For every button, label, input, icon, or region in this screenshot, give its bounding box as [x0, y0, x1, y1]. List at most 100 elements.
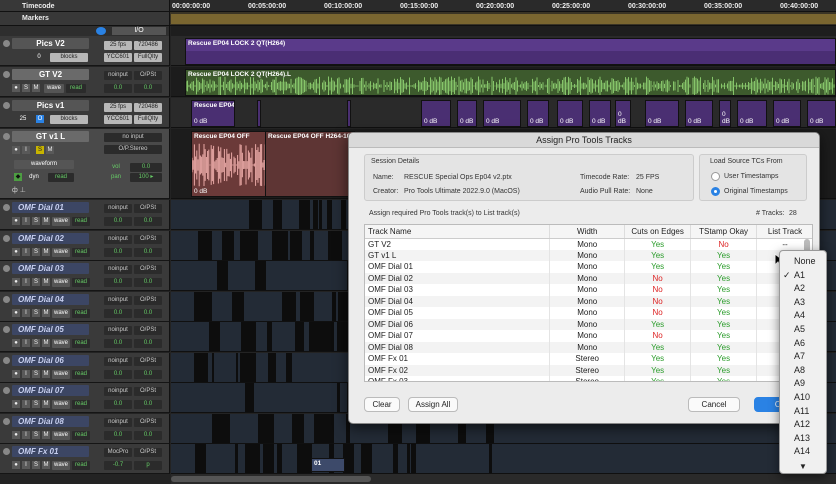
output-selector[interactable]: O/PSt	[134, 357, 162, 366]
video-clip[interactable]: 0 dB	[557, 100, 583, 127]
volume-value[interactable]: 0.0	[130, 163, 162, 172]
volume-value[interactable]: 0.0	[104, 400, 132, 409]
volume-value[interactable]: 0.0	[104, 248, 132, 257]
audio-region[interactable]	[337, 383, 340, 412]
track-omf-8[interactable]: OMF Dial 08 noinput O/PSt ● I S M wave r…	[0, 414, 170, 444]
video-clip[interactable]: 0 dB	[483, 100, 521, 127]
view-selector[interactable]: waveform	[14, 160, 74, 169]
mute-button[interactable]: M	[42, 278, 50, 286]
audio-region[interactable]	[282, 292, 296, 321]
audio-region[interactable]	[310, 231, 314, 260]
audio-region[interactable]	[194, 292, 204, 321]
track-gt-v2[interactable]: GT V2 noinput O/PSt ● S M wave read 0.0 …	[0, 67, 170, 97]
track-list-icon[interactable]	[96, 27, 106, 35]
audio-region[interactable]	[393, 444, 398, 473]
table-row[interactable]: OMF Fx 01 Stereo Yes Yes --	[365, 353, 812, 365]
video-clip[interactable]: 0 dB	[685, 100, 713, 127]
audio-region[interactable]	[235, 444, 238, 473]
volume-value[interactable]: -0.7	[104, 461, 132, 470]
record-button[interactable]: ●	[12, 84, 20, 92]
record-button[interactable]: ●	[12, 400, 20, 408]
menu-item[interactable]: A11	[780, 405, 826, 419]
automation-mode[interactable]: read	[72, 431, 90, 440]
input-monitor-button[interactable]: I	[22, 461, 30, 469]
audio-region[interactable]	[297, 444, 312, 473]
output-selector[interactable]: O/PSt	[134, 204, 162, 213]
video-clip[interactable]: Rescue EP04 OFF H264-109 0 dB	[191, 100, 235, 127]
view-selector[interactable]: wave	[52, 339, 70, 348]
track-name[interactable]: OMF Dial 02	[12, 233, 89, 244]
column-header[interactable]: Cuts on Edges	[624, 225, 692, 239]
solo-button[interactable]: S	[36, 146, 44, 154]
track-options-icon[interactable]	[3, 265, 10, 272]
menu-item[interactable]: ✓ A1	[780, 269, 826, 283]
audio-region[interactable]	[277, 444, 282, 473]
audio-region[interactable]	[489, 444, 492, 473]
menu-item[interactable]: A6	[780, 337, 826, 351]
timecode-ruler[interactable]: Timecode 00:00:00:00 00:05:00:00 00:10:00:…	[0, 0, 836, 12]
audio-region[interactable]	[328, 231, 342, 260]
track-omf-7[interactable]: OMF Dial 07 noinput O/PSt ● I S M wave r…	[0, 383, 170, 413]
video-clip[interactable]: 0 dB	[589, 100, 611, 127]
record-button[interactable]: ●	[12, 146, 20, 154]
table-row[interactable]: OMF Dial 05 Mono No Yes --	[365, 307, 812, 319]
volume-value[interactable]: 0.0	[104, 84, 132, 93]
column-header[interactable]: TStamp Okay	[690, 225, 758, 239]
output-selector[interactable]: O/PSt	[134, 71, 162, 80]
solo-button[interactable]: S	[32, 248, 40, 256]
assign-all-button[interactable]: Assign All	[408, 397, 458, 412]
record-button[interactable]: ●	[12, 309, 20, 317]
input-selector[interactable]: noinput	[104, 357, 132, 366]
mute-button[interactable]: M	[42, 309, 50, 317]
track-name[interactable]: OMF Dial 07	[12, 385, 89, 396]
track-options-icon[interactable]	[3, 133, 10, 140]
record-button[interactable]: ●	[12, 248, 20, 256]
track-options-icon[interactable]	[3, 71, 10, 78]
video-clip[interactable]: R 0 dB	[257, 100, 261, 127]
volume-value[interactable]: 0.0	[104, 309, 132, 318]
horizontal-scrollbar[interactable]	[171, 474, 836, 484]
audio-clip[interactable]: Rescue EP04 LOCK 2 QT(H264).L	[185, 69, 836, 96]
audio-region[interactable]	[319, 322, 334, 351]
pan-value[interactable]: 0.0	[134, 309, 162, 318]
automation-mode[interactable]: read	[72, 278, 90, 287]
track-omf-2[interactable]: OMF Dial 02 noinput O/PSt ● I S M wave r…	[0, 231, 170, 261]
video-clip[interactable]: 0 dB	[773, 100, 801, 127]
table-row[interactable]: OMF Dial 08 Mono Yes Yes --	[365, 341, 812, 353]
audio-region[interactable]	[240, 231, 252, 260]
input-selector[interactable]: noinput	[104, 235, 132, 244]
record-button[interactable]: ●	[12, 278, 20, 286]
input-monitor-button[interactable]: I	[22, 339, 30, 347]
track-options-icon[interactable]	[3, 418, 10, 425]
lane-pics-v1[interactable]: Rescue EP04 OFF H264-1090 dBR0 dBRescue …	[171, 98, 836, 128]
track-options-icon[interactable]	[3, 235, 10, 242]
audio-region[interactable]	[320, 414, 334, 443]
track-omf-5[interactable]: OMF Dial 05 noinput O/PSt ● I S M wave r…	[0, 322, 170, 352]
volume-value[interactable]: 0.0	[104, 217, 132, 226]
cancel-button[interactable]: Cancel	[688, 397, 740, 412]
input-selector[interactable]: noinput	[104, 387, 132, 396]
solo-button[interactable]: S	[32, 278, 40, 286]
audio-region[interactable]	[319, 200, 322, 229]
view-selector[interactable]: wave	[52, 248, 70, 257]
automation-mode[interactable]: read	[48, 173, 74, 182]
audio-region[interactable]	[232, 292, 244, 321]
audio-region[interactable]	[204, 292, 210, 321]
column-header[interactable]: Width	[549, 225, 626, 239]
menu-item[interactable]: A12	[780, 418, 826, 432]
track-options-icon[interactable]	[3, 296, 10, 303]
view-selector[interactable]: wave	[52, 431, 70, 440]
audio-region[interactable]	[222, 414, 230, 443]
blocks-selector[interactable]: blocks	[50, 115, 88, 124]
audio-region[interactable]	[295, 322, 304, 351]
input-monitor-button[interactable]: I	[22, 278, 30, 286]
audio-region[interactable]	[263, 444, 274, 473]
audio-region[interactable]	[278, 231, 288, 260]
input-monitor-button[interactable]: I	[22, 370, 30, 378]
video-clip[interactable]: 0 dB	[737, 100, 767, 127]
volume-value[interactable]: 0.0	[104, 370, 132, 379]
automation-mode[interactable]: read	[72, 370, 90, 379]
mute-button[interactable]: M	[46, 146, 54, 154]
view-selector[interactable]: wave	[52, 461, 70, 470]
audio-region[interactable]	[407, 444, 410, 473]
